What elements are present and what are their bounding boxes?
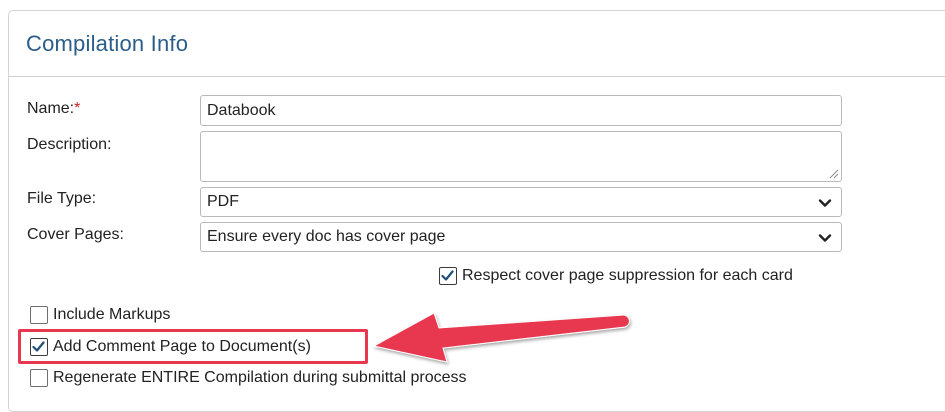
cover-pages-value: Ensure every doc has cover page (207, 228, 446, 245)
cover-pages-select[interactable]: Ensure every doc has cover page (200, 222, 842, 252)
include-markups-checkbox[interactable] (30, 306, 48, 324)
required-asterisk: * (74, 100, 81, 117)
resize-grip-icon[interactable] (828, 168, 839, 179)
check-icon (441, 270, 454, 281)
file-type-value: PDF (207, 193, 239, 210)
title-divider (8, 76, 945, 77)
description-label: Description: (27, 136, 112, 153)
name-input[interactable]: Databook (200, 95, 842, 126)
file-type-label: File Type: (27, 190, 97, 207)
add-comment-page-label: Add Comment Page to Document(s) (53, 338, 311, 355)
file-type-select[interactable]: PDF (200, 187, 842, 217)
description-textarea[interactable] (200, 131, 842, 182)
include-markups-label: Include Markups (53, 306, 171, 323)
panel-title: Compilation Info (26, 31, 189, 56)
respect-cover-suppression-checkbox[interactable] (439, 267, 457, 285)
regenerate-entire-checkbox[interactable] (30, 369, 48, 387)
name-label: Name:* (27, 100, 80, 118)
add-comment-page-checkbox[interactable] (30, 338, 48, 356)
chevron-down-icon (818, 234, 832, 242)
name-input-value: Databook (207, 101, 276, 119)
chevron-down-icon (818, 199, 832, 207)
arrow-left-icon (372, 312, 630, 363)
check-icon (32, 341, 45, 352)
cover-pages-label: Cover Pages: (27, 226, 124, 243)
name-label-text: Name: (27, 100, 75, 117)
respect-cover-suppression-label: Respect cover page suppression for each … (462, 267, 793, 284)
